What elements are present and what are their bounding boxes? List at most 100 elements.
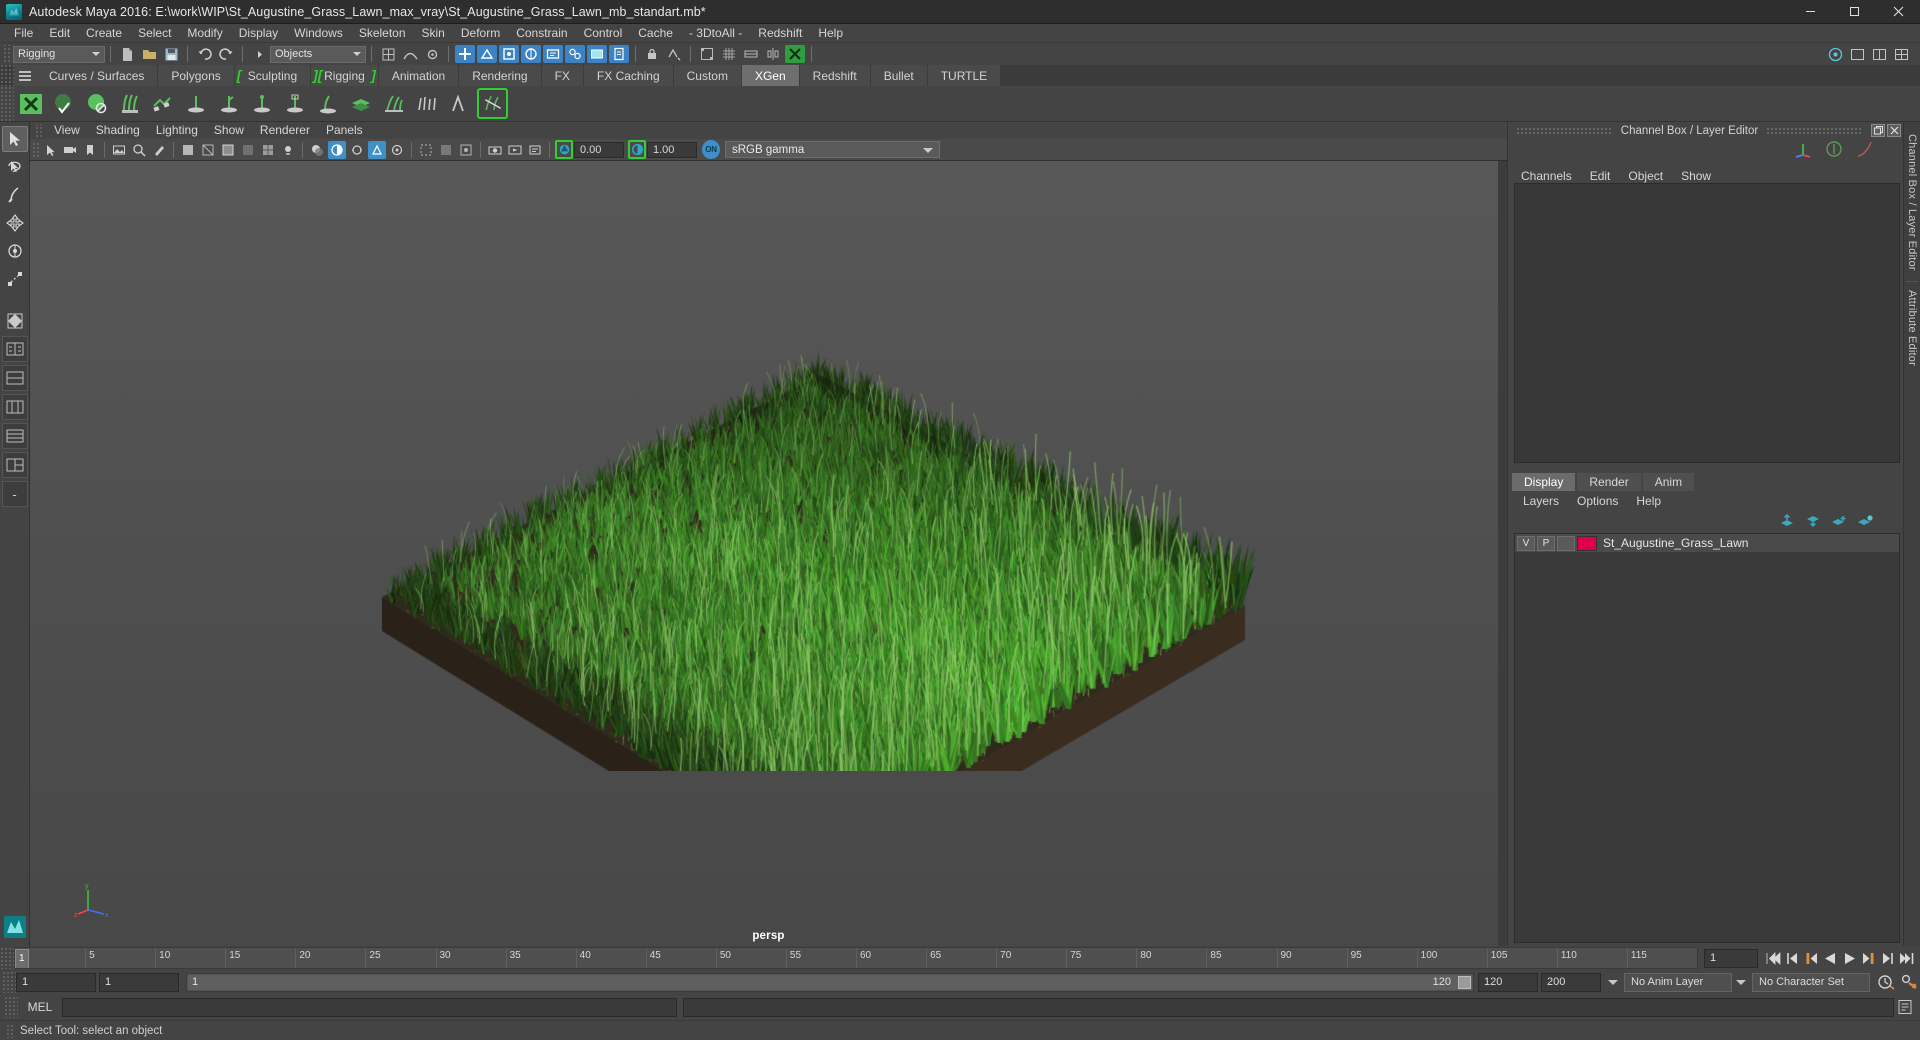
bookmark-icon[interactable] [81,141,99,159]
channel-box-menu-edit[interactable]: Edit [1581,169,1620,183]
channel-box-content[interactable] [1514,183,1900,463]
layer-menu-layers[interactable]: Layers [1514,494,1568,508]
speed-curve-icon[interactable] [1855,140,1873,161]
time-slider-grip[interactable] [0,947,14,969]
menu-control[interactable]: Control [576,24,631,43]
dock-float-button[interactable] [1871,124,1886,137]
panel-menu-grip[interactable] [34,123,42,138]
statusline-grip[interactable] [2,45,10,63]
step-forward-frame-button[interactable] [1878,949,1897,968]
multisample-aa-icon[interactable] [368,140,386,159]
anim-end-time-field[interactable]: 200 [1541,972,1601,992]
shadows-icon[interactable] [308,141,326,159]
menu-display[interactable]: Display [231,24,286,43]
viewport-toolbar-grip[interactable] [32,141,40,158]
gamma-icon[interactable] [628,140,646,159]
shelf-tab-turtle[interactable]: TURTLE [927,65,1002,86]
save-scene-icon[interactable] [161,45,181,63]
side-tab-channel-box[interactable]: Channel Box / Layer Editor [1906,128,1918,277]
panel-menu-shading[interactable]: Shading [88,122,148,139]
exposure-icon[interactable] [555,140,573,159]
xgen-disable-description-icon[interactable] [81,88,112,119]
xgen-noise-modifier-icon[interactable] [411,88,442,119]
layer-shading-toggle[interactable] [1557,535,1575,551]
shelf-tab-sculpting[interactable]: [Sculpting [234,65,312,86]
redo-icon[interactable] [216,45,236,63]
menu-help[interactable]: Help [810,24,851,43]
xgen-status-icon[interactable] [785,45,805,63]
snap-point-icon[interactable] [422,45,442,63]
texture-display-icon[interactable] [259,141,277,159]
show-manipulator-icon[interactable] [697,45,717,63]
menu-select[interactable]: Select [130,24,179,43]
toggle-channel-icon[interactable] [1825,140,1843,161]
hypershade-icon[interactable] [565,45,585,63]
two-d-pan-zoom-icon[interactable] [130,141,148,159]
layout-single-icon[interactable] [1847,45,1867,63]
move-layer-down-icon[interactable] [1805,514,1821,531]
command-input-field[interactable] [62,997,677,1017]
lasso-tool-button[interactable] [2,154,28,180]
snap-grid-icon[interactable] [378,45,398,63]
grease-pencil-icon[interactable] [150,141,168,159]
perspective-viewport[interactable]: y x z persp [30,161,1507,946]
motion-blur-icon[interactable] [348,141,366,159]
channel-box-menu-channels[interactable]: Channels [1512,169,1581,183]
layer-row[interactable]: V P St_Augustine_Grass_Lawn [1515,534,1899,552]
quick-layout-single-button[interactable] [1,336,28,362]
step-forward-key-button[interactable] [1859,949,1878,968]
shelf-tab-fx[interactable]: FX [541,65,584,86]
undo-icon[interactable] [194,45,214,63]
outliner-icon[interactable] [609,45,629,63]
range-slider-track[interactable]: 1 120 [186,972,1474,992]
selection-mode-caret-icon[interactable] [249,45,269,63]
layer-tab-render[interactable]: Render [1577,473,1641,491]
lock-selection-icon[interactable] [642,45,662,63]
shelf-tab-animation[interactable]: Animation [378,65,460,86]
menu-modify[interactable]: Modify [179,24,230,43]
menu-skeleton[interactable]: Skeleton [351,24,414,43]
character-set-chevron-icon[interactable] [1736,980,1746,990]
xgen-guide-icon-2[interactable] [213,88,244,119]
shelf-grip[interactable] [0,65,14,86]
xgen-cut-modifier-icon[interactable] [477,88,508,119]
help-line-grip[interactable] [6,1023,14,1038]
snap-curve-icon[interactable] [400,45,420,63]
isolate-select-icon[interactable] [417,141,435,159]
xgen-clumping-icon[interactable] [378,88,409,119]
shelf-icon-grip[interactable] [0,85,14,122]
range-slider-grip[interactable] [2,971,16,993]
menu-cache[interactable]: Cache [630,24,681,43]
panel-menu-show[interactable]: Show [206,122,252,139]
xgen-groom-brush-icon[interactable] [114,88,145,119]
menu-3dtoall[interactable]: - 3DtoAll - [681,24,750,43]
command-language-label[interactable]: MEL [18,1000,62,1014]
shelf-tab-custom[interactable]: Custom [673,65,742,86]
layer-color-swatch[interactable] [1577,535,1597,551]
image-plane-icon[interactable] [110,141,128,159]
animation-preferences-icon[interactable] [1899,973,1918,992]
ipr-render-icon[interactable] [521,45,541,63]
anim-layer-chevron-icon[interactable] [1608,980,1618,990]
move-tool-button[interactable] [2,210,28,236]
xgen-guide-icon-1[interactable] [180,88,211,119]
dock-grip[interactable] [1516,127,1613,134]
channel-box-menu-show[interactable]: Show [1672,169,1720,183]
xgen-sculpt-layers-icon[interactable] [345,88,376,119]
gamma-field[interactable]: 1.00 [647,141,697,158]
menu-windows[interactable]: Windows [286,24,351,43]
shelf-tab-bullet[interactable]: Bullet [870,65,928,86]
select-by-name-icon[interactable] [664,45,684,63]
menu-skin[interactable]: Skin [414,24,453,43]
menu-constrain[interactable]: Constrain [508,24,575,43]
layer-tab-anim[interactable]: Anim [1642,473,1695,491]
open-scene-icon[interactable] [139,45,159,63]
wireframe-display-icon[interactable] [199,141,217,159]
display-layer-list[interactable]: V P St_Augustine_Grass_Lawn [1514,533,1900,943]
layer-visibility-toggle[interactable]: V [1517,535,1535,551]
layer-menu-options[interactable]: Options [1568,494,1627,508]
snapshot-icon[interactable] [486,141,504,159]
new-layer-from-selected-icon[interactable] [1831,514,1847,531]
use-default-lighting-icon[interactable] [279,141,297,159]
step-back-frame-button[interactable] [1783,949,1802,968]
